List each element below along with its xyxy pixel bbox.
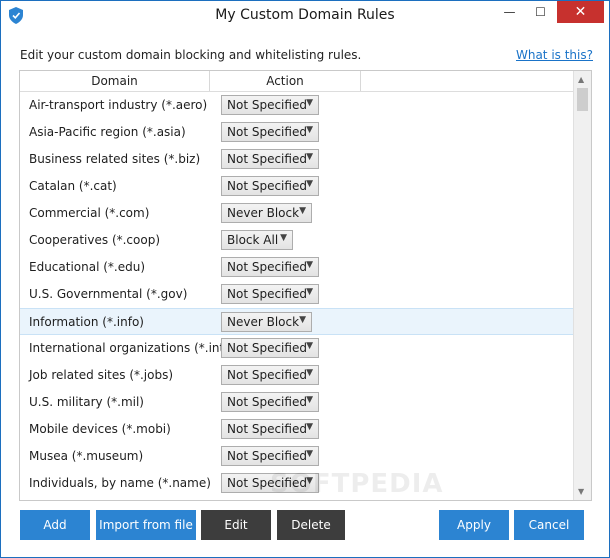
action-dropdown[interactable]: Not Specified▼ [221, 500, 319, 501]
column-header-domain[interactable]: Domain [20, 74, 209, 88]
domain-cell: Musea (*.museum) [29, 449, 144, 463]
chevron-down-icon: ▼ [299, 206, 306, 216]
chevron-down-icon: ▼ [306, 98, 313, 108]
domain-cell: U.S. Governmental (*.gov) [29, 287, 188, 301]
chevron-down-icon: ▼ [306, 422, 313, 432]
chevron-down-icon: ▼ [306, 368, 313, 378]
vertical-scrollbar[interactable]: ▲ ▼ [573, 71, 591, 500]
domain-cell: Business related sites (*.biz) [29, 152, 201, 166]
chevron-down-icon: ▼ [306, 341, 313, 351]
action-dropdown-value: Not Specified [227, 125, 307, 139]
action-dropdown-value: Not Specified [227, 179, 307, 193]
column-header-action[interactable]: Action [210, 74, 360, 88]
action-dropdown[interactable]: Not Specified▼ [221, 176, 319, 196]
domain-cell: U.S. military (*.mil) [29, 395, 144, 409]
edit-button[interactable]: Edit [201, 510, 271, 540]
action-dropdown-value: Block All [227, 233, 279, 247]
scroll-up-arrow-icon[interactable]: ▲ [578, 75, 584, 84]
action-dropdown[interactable]: Not Specified▼ [221, 257, 319, 277]
intro-text: Edit your custom domain blocking and whi… [20, 48, 362, 62]
domain-cell: Catalan (*.cat) [29, 179, 117, 193]
action-dropdown-value: Not Specified [227, 287, 307, 301]
chevron-down-icon: ▼ [306, 152, 313, 162]
domain-cell: Cooperatives (*.coop) [29, 233, 161, 247]
action-dropdown[interactable]: Not Specified▼ [221, 392, 319, 412]
chevron-down-icon: ▼ [306, 287, 313, 297]
dialog-content: Edit your custom domain blocking and whi… [8, 32, 602, 550]
action-dropdown[interactable]: Not Specified▼ [221, 446, 319, 466]
table-row[interactable]: Information (*.info) Never Block ▼ [20, 308, 574, 335]
action-dropdown[interactable]: Never Block ▼ [221, 312, 312, 332]
domain-rules-window: My Custom Domain Rules — ☐ ✕ Edit your c… [0, 0, 610, 558]
table-row[interactable]: Air-transport industry (*.aero) Not Speci… [20, 92, 574, 119]
action-dropdown[interactable]: Not Specified▼ [221, 419, 319, 439]
action-dropdown-value: Not Specified [227, 422, 307, 436]
action-dropdown-value: Not Specified [227, 341, 307, 355]
action-dropdown[interactable]: Not Specified▼ [221, 95, 319, 115]
domain-cell: Educational (*.edu) [29, 260, 146, 274]
maximize-button[interactable]: ☐ [525, 1, 556, 23]
action-dropdown-value: Not Specified [227, 395, 307, 409]
action-dropdown-value: Never Block [227, 315, 300, 329]
action-dropdown-value: Not Specified [227, 152, 307, 166]
table-row[interactable]: Asia-Pacific region (*.asia) Not Specifie… [20, 119, 574, 146]
action-dropdown-value: Not Specified [227, 260, 307, 274]
title-bar: My Custom Domain Rules — ☐ ✕ [1, 1, 609, 31]
chevron-down-icon: ▼ [306, 395, 313, 405]
domain-cell: Individuals, by name (*.name) [29, 476, 211, 490]
table-row[interactable]: U.S. military (*.mil) Not Specified ▼ [20, 389, 574, 416]
chevron-down-icon: ▼ [306, 449, 313, 459]
apply-button[interactable]: Apply [439, 510, 509, 540]
scrollbar-thumb[interactable] [577, 88, 588, 111]
add-button[interactable]: Add [20, 510, 90, 540]
action-dropdown[interactable]: Not Specified▼ [221, 365, 319, 385]
chevron-down-icon: ▼ [306, 125, 313, 135]
table-row[interactable]: Commercial (*.com) Never Block ▼ [20, 200, 574, 227]
table-row[interactable]: Job related sites (*.jobs) Not Specified ▼ [20, 362, 574, 389]
domain-cell: Air-transport industry (*.aero) [29, 98, 208, 112]
table-row[interactable]: Mobile devices (*.mobi) Not Specified ▼ [20, 416, 574, 443]
table-row[interactable]: Cooperatives (*.coop) Block All ▼ [20, 227, 574, 254]
table-row[interactable]: Musea (*.museum) Not Specified ▼ [20, 443, 574, 470]
action-dropdown-value: Not Specified [227, 368, 307, 382]
what-is-this-link[interactable]: What is this? [516, 48, 593, 62]
action-dropdown[interactable]: Not Specified▼ [221, 284, 319, 304]
chevron-down-icon: ▼ [299, 315, 306, 325]
table-row[interactable]: Educational (*.edu) Not Specified ▼ [20, 254, 574, 281]
scroll-down-arrow-icon[interactable]: ▼ [578, 487, 584, 496]
chevron-down-icon: ▼ [306, 179, 313, 189]
watermark-logo: SOFTPEDIA [270, 469, 444, 499]
table-row[interactable]: Catalan (*.cat) Not Specified ▼ [20, 173, 574, 200]
action-dropdown-value: Not Specified [227, 98, 307, 112]
domain-cell: Information (*.info) [29, 315, 144, 329]
column-divider[interactable] [360, 71, 361, 91]
chevron-down-icon: ▼ [306, 260, 313, 270]
delete-button[interactable]: Delete [277, 510, 345, 540]
table-header: Domain Action [20, 71, 574, 92]
cancel-button[interactable]: Cancel [514, 510, 584, 540]
domain-cell: Asia-Pacific region (*.asia) [29, 125, 186, 139]
close-button[interactable]: ✕ [557, 1, 604, 23]
table-row[interactable]: International organizations (*.int) Not S… [20, 335, 574, 362]
domain-cell: Commercial (*.com) [29, 206, 150, 220]
action-dropdown-value: Not Specified [227, 449, 307, 463]
action-dropdown[interactable]: Not Specified▼ [221, 122, 319, 142]
minimize-button[interactable]: — [494, 1, 525, 23]
table-row[interactable]: U.S. Governmental (*.gov) Not Specified ▼ [20, 281, 574, 308]
table-row[interactable]: Business related sites (*.biz) Not Specif… [20, 146, 574, 173]
import-from-file-button[interactable]: Import from file [96, 510, 196, 540]
action-dropdown[interactable]: Not Specified▼ [221, 149, 319, 169]
domain-cell: Job related sites (*.jobs) [29, 368, 174, 382]
action-dropdown-value: Never Block [227, 206, 300, 220]
action-dropdown[interactable]: Never Block ▼ [221, 203, 312, 223]
domain-cell: International organizations (*.int) [29, 341, 229, 355]
action-dropdown[interactable]: Not Specified▼ [221, 338, 319, 358]
action-dropdown[interactable]: Block All ▼ [221, 230, 293, 250]
chevron-down-icon: ▼ [280, 233, 287, 243]
domain-cell: Mobile devices (*.mobi) [29, 422, 171, 436]
domain-rules-table: Domain Action Air-transport industry (*.… [19, 70, 592, 501]
